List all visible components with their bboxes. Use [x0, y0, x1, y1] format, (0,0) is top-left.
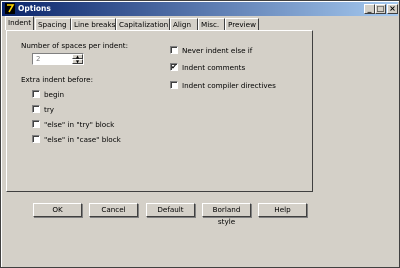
try-checkbox[interactable]	[32, 105, 40, 113]
tab-align[interactable]: Align	[170, 18, 198, 30]
spaces-stepper[interactable]: 2 ▲ ▼	[32, 53, 84, 65]
close-button[interactable]: ×	[387, 4, 398, 14]
borland-style-button[interactable]: Borland style	[202, 203, 251, 226]
else-in-try-checkbox[interactable]	[32, 120, 40, 128]
tab-indent[interactable]: Indent	[5, 16, 34, 30]
indent-comments-checkbox[interactable]: ✔	[170, 63, 178, 71]
maximize-button[interactable]: □	[375, 4, 386, 14]
app-icon	[5, 3, 15, 14]
stepper-down-icon[interactable]: ▼	[72, 59, 83, 64]
try-label: try	[44, 105, 55, 114]
spaces-value[interactable]: 2	[36, 55, 40, 63]
options-window: Options _ □ × Indent Spacing Line breaks…	[0, 0, 400, 268]
begin-checkbox[interactable]	[32, 90, 40, 98]
else-in-case-label: "else" in "case" block	[44, 135, 121, 144]
else-in-case-checkbox[interactable]	[32, 135, 40, 143]
minimize-button[interactable]: _	[364, 4, 375, 14]
never-indent-else-if-label: Never indent else if	[182, 46, 253, 55]
extra-indent-label: Extra indent before:	[21, 75, 94, 84]
never-indent-else-if-checkbox[interactable]	[170, 46, 178, 54]
tab-spacing[interactable]: Spacing	[35, 18, 71, 30]
title-bar: Options _ □ ×	[2, 2, 398, 16]
begin-label: begin	[44, 90, 65, 99]
help-button[interactable]: Help	[258, 203, 307, 217]
cancel-button[interactable]: Cancel	[89, 203, 138, 217]
tab-preview[interactable]: Preview	[225, 18, 259, 30]
tab-line-breaks[interactable]: Line breaks	[71, 18, 116, 30]
indent-comments-label: Indent comments	[182, 63, 246, 72]
spaces-label: Number of spaces per indent:	[21, 41, 129, 50]
ok-button[interactable]: OK	[33, 203, 82, 217]
indent-compiler-directives-label: Indent compiler directives	[182, 81, 276, 90]
tab-misc[interactable]: Misc.	[198, 18, 225, 30]
indent-panel: Number of spaces per indent: 2 ▲ ▼ Extra…	[6, 30, 313, 192]
default-button[interactable]: Default	[146, 203, 195, 217]
indent-compiler-directives-checkbox[interactable]	[170, 81, 178, 89]
else-in-try-label: "else" in "try" block	[44, 120, 115, 129]
tab-capitalization[interactable]: Capitalization	[116, 18, 170, 30]
window-title: Options	[18, 4, 51, 13]
check-icon: ✔	[171, 63, 177, 71]
